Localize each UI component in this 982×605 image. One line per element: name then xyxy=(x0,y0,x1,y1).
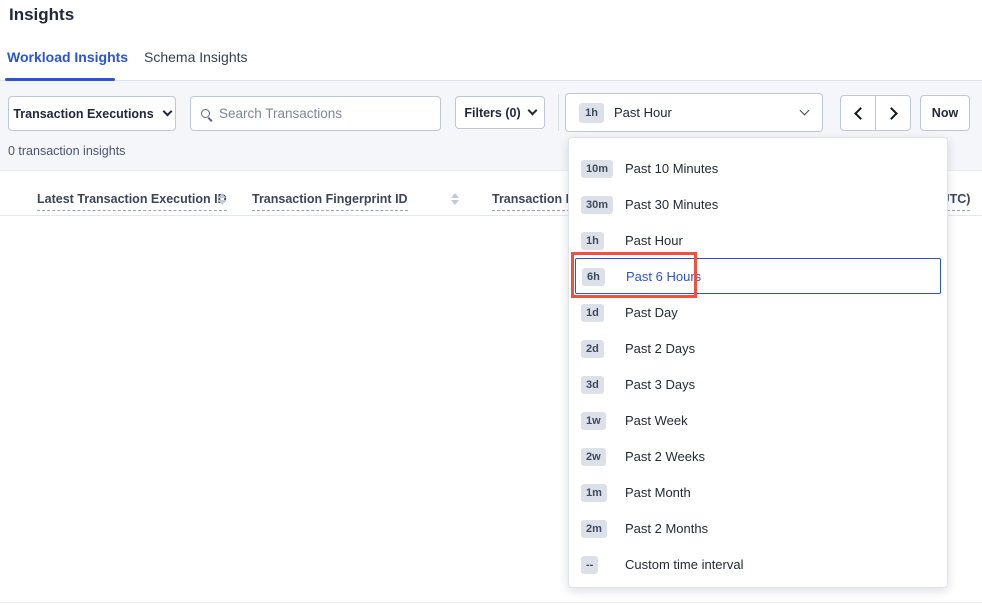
interval-label: Past Hour xyxy=(625,233,683,248)
page-title: Insights xyxy=(9,5,74,25)
interval-label: Past Month xyxy=(625,485,691,500)
menu-item-past-2-months[interactable]: 2m Past 2 Months xyxy=(575,510,941,546)
interval-label: Past 2 Days xyxy=(625,341,695,356)
time-interval-label: Past Hour xyxy=(614,105,672,120)
interval-abbr-badge: 1m xyxy=(581,484,607,502)
time-range-nav xyxy=(840,95,911,131)
interval-label: Custom time interval xyxy=(625,557,743,572)
results-count: 0 transaction insights xyxy=(8,144,125,158)
menu-item-past-6-hours[interactable]: 6h Past 6 Hours xyxy=(575,258,941,294)
interval-abbr-badge: 1h xyxy=(581,232,604,250)
interval-label: Past 2 Months xyxy=(625,521,708,536)
next-interval-button[interactable] xyxy=(875,96,910,130)
now-button[interactable]: Now xyxy=(920,95,970,131)
chevron-right-icon xyxy=(885,107,898,120)
sort-icon[interactable] xyxy=(451,193,459,205)
interval-abbr-badge: 1w xyxy=(581,412,606,430)
menu-item-past-3-days[interactable]: 3d Past 3 Days xyxy=(575,366,941,402)
insights-page: Insights Workload Insights Schema Insigh… xyxy=(0,0,982,605)
menu-item-past-hour[interactable]: 1h Past Hour xyxy=(575,222,941,258)
time-interval-dropdown-trigger[interactable]: 1h Past Hour xyxy=(565,93,823,132)
time-interval-dropdown-menu: 10m Past 10 Minutes 30m Past 30 Minutes … xyxy=(568,137,948,588)
menu-item-past-month[interactable]: 1m Past Month xyxy=(575,474,941,510)
chevron-down-icon xyxy=(162,107,172,117)
menu-item-past-week[interactable]: 1w Past Week xyxy=(575,402,941,438)
menu-item-past-30-minutes[interactable]: 30m Past 30 Minutes xyxy=(575,186,941,222)
card-bottom-border xyxy=(0,602,982,603)
interval-label: Past 3 Days xyxy=(625,377,695,392)
column-header-transaction-fingerprint-id[interactable]: Transaction Fingerprint ID xyxy=(252,192,408,211)
search-box[interactable] xyxy=(190,96,441,131)
prev-interval-button[interactable] xyxy=(841,96,875,130)
filters-button[interactable]: Filters (0) xyxy=(455,96,545,129)
chevron-down-icon xyxy=(527,106,537,116)
filters-label: Filters (0) xyxy=(464,106,520,120)
time-abbr-badge: 1h xyxy=(579,103,604,123)
interval-label: Past Week xyxy=(625,413,688,428)
interval-abbr-badge: 2w xyxy=(581,448,606,466)
tab-schema-insights[interactable]: Schema Insights xyxy=(144,49,248,65)
view-selector-label: Transaction Executions xyxy=(13,107,153,121)
interval-label: Past Day xyxy=(625,305,678,320)
interval-abbr-badge: 30m xyxy=(581,196,613,214)
view-selector-dropdown[interactable]: Transaction Executions xyxy=(8,96,176,131)
interval-label: Past 2 Weeks xyxy=(625,449,705,464)
chevron-down-icon xyxy=(800,106,810,116)
interval-abbr-badge: -- xyxy=(581,556,598,574)
interval-label: Past 10 Minutes xyxy=(625,161,718,176)
interval-label: Past 6 Hours xyxy=(626,269,701,284)
toolbar-divider xyxy=(558,94,559,131)
interval-abbr-badge: 1d xyxy=(581,304,604,322)
interval-abbr-badge: 10m xyxy=(581,160,613,178)
menu-item-custom-time-interval[interactable]: -- Custom time interval xyxy=(575,546,941,582)
chevron-left-icon xyxy=(854,107,867,120)
interval-abbr-badge: 3d xyxy=(581,376,604,394)
sort-icon[interactable] xyxy=(218,193,226,205)
tab-workload-insights[interactable]: Workload Insights xyxy=(7,49,128,65)
menu-item-past-10-minutes[interactable]: 10m Past 10 Minutes xyxy=(575,150,941,186)
menu-item-past-2-days[interactable]: 2d Past 2 Days xyxy=(575,330,941,366)
interval-abbr-badge: 6h xyxy=(582,268,605,286)
search-icon xyxy=(201,109,210,118)
interval-abbr-badge: 2m xyxy=(581,520,607,538)
menu-item-past-day[interactable]: 1d Past Day xyxy=(575,294,941,330)
interval-label: Past 30 Minutes xyxy=(625,197,718,212)
column-header-latest-transaction-execution-id[interactable]: Latest Transaction Execution ID xyxy=(37,192,227,211)
interval-abbr-badge: 2d xyxy=(581,340,604,358)
menu-item-past-2-weeks[interactable]: 2w Past 2 Weeks xyxy=(575,438,941,474)
search-input[interactable] xyxy=(219,106,430,121)
